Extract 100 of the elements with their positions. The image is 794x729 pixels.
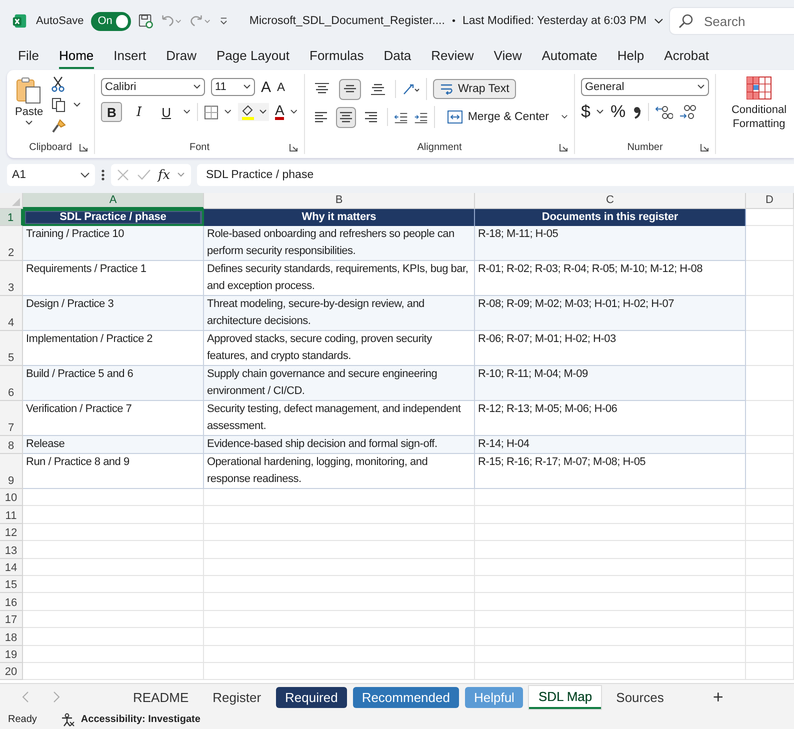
empty-cell[interactable] [746, 558, 794, 576]
row-header[interactable]: 19 [0, 646, 23, 663]
header-cell[interactable]: Why it matters [204, 209, 475, 226]
customize-toolbar-icon[interactable] [218, 16, 228, 26]
empty-cell[interactable] [475, 576, 746, 594]
save-icon[interactable] [138, 13, 153, 29]
empty-cell[interactable] [746, 662, 794, 680]
caret-icon[interactable] [561, 114, 568, 120]
dialog-launcher-icon[interactable] [700, 143, 709, 152]
empty-cell[interactable] [204, 541, 475, 559]
empty-cell[interactable] [204, 558, 475, 576]
column-header[interactable]: D [746, 193, 794, 209]
menu-tab[interactable]: Automate [542, 44, 598, 68]
row-header[interactable]: 13 [0, 541, 23, 559]
caret-icon[interactable] [290, 109, 298, 115]
formula-field[interactable]: SDL Practice / phase [197, 164, 794, 186]
decrease-decimal-icon[interactable] [678, 104, 697, 120]
menu-tab[interactable]: Formulas [310, 44, 364, 68]
column-header[interactable]: B [204, 193, 475, 209]
redo-icon[interactable] [189, 14, 212, 28]
empty-cell[interactable] [475, 489, 746, 506]
search-field[interactable]: Search [670, 8, 794, 34]
empty-cell[interactable] [204, 662, 475, 680]
empty-cell[interactable] [746, 646, 794, 663]
row-header[interactable]: 9 [0, 454, 23, 489]
scissors-icon[interactable] [51, 76, 66, 92]
text-style-button[interactable]: U [156, 102, 177, 122]
sheet-tab[interactable]: Sources [607, 686, 673, 708]
empty-cell[interactable] [204, 524, 475, 542]
select-all-corner[interactable] [0, 193, 23, 209]
empty-cell[interactable] [475, 646, 746, 663]
accessibility-icon[interactable] [60, 712, 75, 726]
empty-cell[interactable] [475, 541, 746, 559]
fill-color-button[interactable] [238, 103, 269, 121]
empty-cell[interactable] [746, 506, 794, 524]
row-header[interactable]: 8 [0, 436, 23, 454]
currency-format-button[interactable]: $ [581, 102, 590, 122]
search-input[interactable]: Search [702, 12, 776, 30]
empty-cell[interactable] [475, 610, 746, 628]
row-header[interactable]: 3 [0, 261, 23, 296]
cancel-icon[interactable] [116, 168, 130, 182]
empty-cell[interactable] [204, 506, 475, 524]
empty-cell[interactable] [204, 593, 475, 611]
increase-decimal-icon[interactable] [654, 104, 673, 120]
row-header[interactable]: 10 [0, 489, 23, 506]
menu-tab[interactable]: View [494, 44, 522, 68]
chevron-down-icon[interactable] [654, 17, 663, 25]
dialog-launcher-icon[interactable] [289, 143, 298, 152]
last-modified-text[interactable]: Last Modified: Yesterday at 6:03 PM [462, 15, 647, 27]
dialog-launcher-icon[interactable] [559, 143, 568, 152]
number-format-field[interactable]: General [581, 78, 709, 96]
column-header[interactable]: A [23, 193, 204, 209]
font-name-field[interactable]: Calibri [101, 78, 205, 96]
empty-cell[interactable] [475, 593, 746, 611]
font-size-field[interactable]: 11 [211, 78, 255, 96]
previous-sheet-icon[interactable] [22, 691, 30, 703]
paste-button[interactable]: Paste [13, 74, 46, 140]
row-header[interactable]: 16 [0, 593, 23, 611]
empty-cell[interactable] [746, 541, 794, 559]
text-orientation-icon[interactable] [402, 82, 420, 96]
dialog-launcher-icon[interactable] [79, 143, 88, 152]
wrap-text-button[interactable]: Wrap Text [433, 79, 516, 99]
decrease-indent-icon[interactable] [394, 110, 408, 124]
row-header[interactable]: 14 [0, 558, 23, 576]
text-style-button[interactable]: I [128, 102, 150, 122]
row-header[interactable]: 17 [0, 610, 23, 628]
empty-cell[interactable] [746, 610, 794, 628]
menu-tab[interactable]: Help [617, 44, 644, 68]
menu-tab[interactable]: Data [384, 44, 412, 68]
menu-tab[interactable]: File [18, 44, 39, 68]
header-cell[interactable]: Documents in this register [475, 209, 746, 226]
row-header[interactable]: 1 [0, 209, 23, 226]
header-cell[interactable]: SDL Practice / phase [23, 209, 204, 226]
empty-cell[interactable] [204, 628, 475, 646]
increase-font-size-button[interactable]: A [261, 78, 272, 96]
row-header[interactable]: 18 [0, 628, 23, 646]
row-header[interactable]: 20 [0, 662, 23, 680]
percent-style-button[interactable]: % [610, 102, 626, 122]
empty-cell[interactable] [475, 506, 746, 524]
empty-cell[interactable] [746, 593, 794, 611]
vertical-align-button[interactable] [339, 78, 361, 100]
empty-cell[interactable] [746, 489, 794, 506]
menu-tab[interactable]: Draw [166, 44, 196, 68]
comma-style-icon[interactable] [632, 104, 642, 120]
undo-icon[interactable] [160, 14, 182, 28]
row-header[interactable]: 4 [0, 296, 23, 331]
sheet-tab[interactable]: README [124, 686, 198, 708]
paintbrush-icon[interactable] [51, 118, 68, 134]
empty-cell[interactable] [204, 646, 475, 663]
row-header[interactable]: 5 [0, 331, 23, 366]
empty-cell[interactable] [475, 628, 746, 646]
menu-tab[interactable]: Page Layout [216, 44, 290, 68]
sheet-tab[interactable]: Register [204, 686, 270, 708]
font-color-button[interactable]: A [274, 104, 284, 120]
menu-tab[interactable]: Insert [114, 44, 146, 68]
menu-tab[interactable]: Review [431, 44, 474, 68]
sheet-tab[interactable]: Required [276, 686, 347, 708]
copy-icon[interactable] [51, 97, 68, 113]
accessibility-status[interactable]: Accessibility: Investigate [80, 714, 200, 725]
empty-cell[interactable] [746, 628, 794, 646]
